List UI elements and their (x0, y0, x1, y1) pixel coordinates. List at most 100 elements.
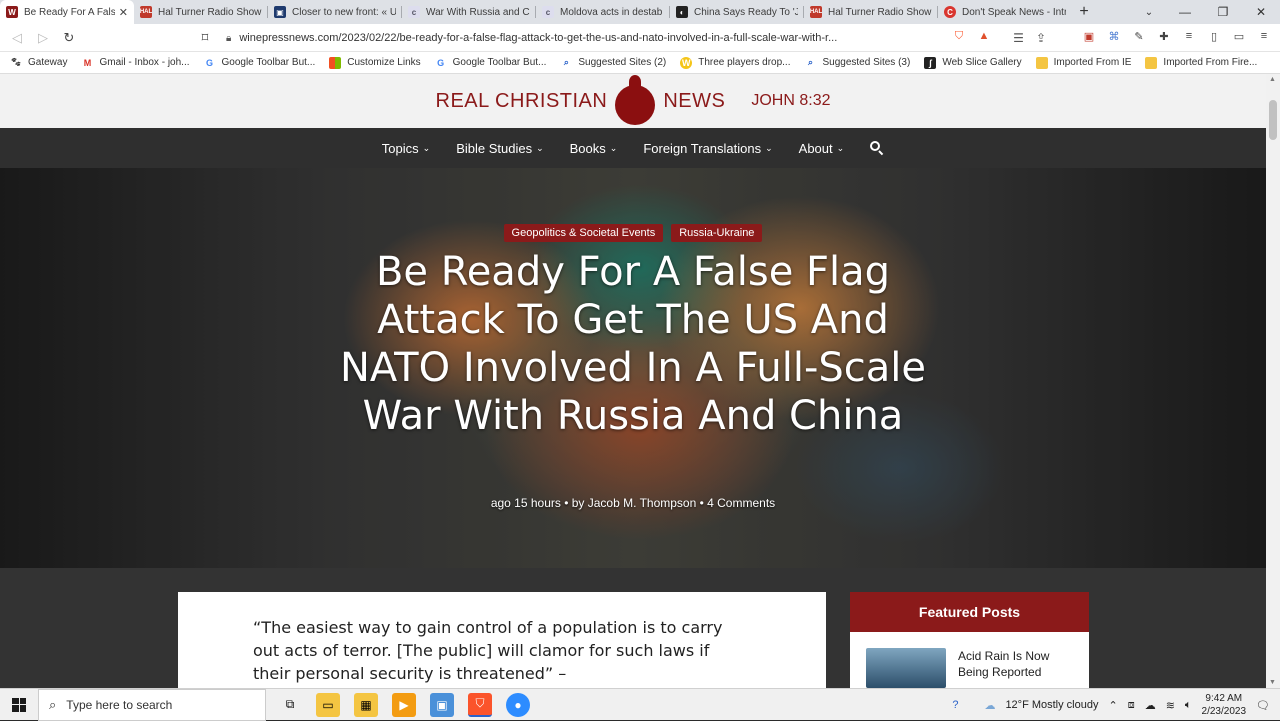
bookmark-item[interactable]: Imported From IE (1035, 56, 1131, 69)
nav-bible-studies[interactable]: Bible Studies ⌄ (456, 141, 543, 156)
taskbar-search-placeholder: Type here to search (66, 697, 173, 712)
tag-russia-ukraine[interactable]: Russia-Ukraine (671, 224, 763, 242)
restore-icon[interactable]: ❐ (1204, 0, 1242, 24)
site-favicon-icon: c (408, 6, 420, 18)
reload-icon[interactable]: ↻ (56, 25, 82, 51)
tab-5[interactable]: c Moldova acts in destab (536, 0, 670, 24)
paw-icon: 🐾︎ (10, 57, 22, 67)
article-quote: “The easiest way to gain control of a po… (253, 618, 723, 683)
brave-rewards-icon[interactable]: ▲ (976, 28, 992, 44)
page-scrollbar[interactable]: ▲ ▼ (1266, 74, 1280, 688)
forward-icon[interactable]: ▷ (30, 25, 56, 51)
bookmark-item[interactable]: ⌕ Suggested Sites (3) (804, 57, 910, 69)
nav-foreign-translations[interactable]: Foreign Translations ⌄ (643, 141, 772, 156)
gmail-icon: M (83, 57, 92, 68)
scrollbar-thumb[interactable] (1269, 100, 1277, 140)
address-bar[interactable]: 🔒︎ winepressnews.com/2023/02/22/be-ready… (226, 27, 1046, 49)
main-navigation: Topics ⌄ Bible Studies ⌄ Books ⌄ Foreign Tr… (0, 128, 1266, 168)
bookmark-item[interactable]: M Gmail - Inbox - joh... (81, 57, 190, 69)
tab-2[interactable]: HAL Hal Turner Radio Show (134, 0, 268, 24)
bookmark-item[interactable]: 🐾︎ Gateway (10, 57, 67, 69)
tab-7[interactable]: HAL Hal Turner Radio Show (804, 0, 938, 24)
pen-icon[interactable]: ✎ (1131, 28, 1147, 44)
help-icon[interactable]: ? (952, 699, 958, 711)
clock[interactable]: 9:42 AM 2/23/2023 (1202, 692, 1247, 718)
winepress-favicon-icon: W (6, 6, 18, 18)
tag-geopolitics[interactable]: Geopolitics & Societal Events (503, 224, 664, 242)
nav-books[interactable]: Books ⌄ (570, 141, 618, 156)
menu-icon[interactable]: ≡ (1256, 28, 1272, 44)
media-player-icon[interactable]: ▶ (392, 692, 416, 717)
tab-3[interactable]: ▣ Closer to new front: « Ul (268, 0, 402, 24)
bookmark-icon[interactable]: ⌑ (192, 25, 218, 51)
extensions-puzzle-icon[interactable]: ✚ (1156, 28, 1172, 44)
wifi-icon[interactable]: ≋ (1166, 699, 1175, 712)
windows-logo-icon (12, 697, 26, 712)
extension-badge-icon[interactable]: ▣ (1081, 28, 1097, 44)
scroll-down-icon[interactable]: ▼ (1269, 679, 1276, 686)
system-tray: ? ☁ 12°F Mostly cloudy ⌃ ⧈ ☁ ≋ 🔈︎ 9:42 A… (952, 689, 1280, 721)
nav-about[interactable]: About ⌄ (799, 141, 845, 156)
hal-favicon-icon: HAL (140, 6, 152, 18)
featured-post-thumbnail[interactable] (866, 648, 946, 688)
playlist-icon[interactable]: ≡ (1181, 28, 1197, 44)
volume-icon[interactable]: 🔈︎ (1185, 699, 1192, 712)
blood-drop-logo-icon[interactable] (615, 75, 656, 125)
chevron-down-icon: ⌄ (836, 142, 845, 153)
store-icon[interactable]: ▦ (354, 692, 378, 717)
tab-search-chevron-icon[interactable]: ⌄ (1136, 0, 1162, 24)
article-tags: Geopolitics & Societal Events Russia-Ukr… (0, 224, 1266, 242)
close-tab-icon[interactable]: ✕ (119, 6, 128, 19)
tab-6[interactable]: ◐ China Says Ready To 'Jo (670, 0, 804, 24)
start-button[interactable] (0, 689, 38, 721)
app-icon[interactable]: ▣ (430, 692, 454, 717)
wallet-icon[interactable]: ▭ (1231, 28, 1247, 44)
tab-4[interactable]: c War With Russia and Ch (402, 0, 536, 24)
article-meta[interactable]: ago 15 hours • by Jacob M. Thompson • 4 … (0, 496, 1266, 510)
site-logo-left[interactable]: REAL CHRISTIAN (436, 90, 608, 113)
brave-icon[interactable]: ⛉ (468, 692, 492, 717)
bookmark-item[interactable]: ʃ Web Slice Gallery (924, 56, 1022, 69)
scroll-up-icon[interactable]: ▲ (1269, 76, 1276, 83)
bookmark-item[interactable]: W Three players drop... (680, 56, 790, 69)
tab-1[interactable]: W Be Ready For A False ✕ (0, 0, 134, 24)
windows-icon (329, 56, 342, 69)
bookmark-item[interactable]: Customize Links (329, 56, 421, 69)
nav-topics[interactable]: Topics ⌄ (382, 141, 430, 156)
weather-cloud-icon[interactable]: ☁ (984, 699, 995, 712)
bookmark-item[interactable]: G Google Toolbar But... (435, 57, 546, 69)
bookmark-item[interactable]: G Google Toolbar But... (204, 57, 315, 69)
ball-icon: W (680, 56, 693, 69)
search-icon[interactable] (870, 141, 884, 156)
taskbar-search[interactable]: ⌕ Type here to search (38, 688, 266, 721)
featured-post-title[interactable]: Acid Rain Is Now Being Reported (958, 648, 1068, 688)
translate-icon[interactable]: ⌘ (1106, 28, 1122, 44)
bookmark-item[interactable]: ⌕ Suggested Sites (2) (560, 57, 666, 69)
bookmark-item[interactable]: Imported From Fire... (1145, 56, 1257, 69)
web-slice-icon: ʃ (924, 56, 937, 69)
tab-title: Moldova acts in destab (560, 6, 663, 18)
brave-shield-icon[interactable]: ⛉ (951, 28, 967, 44)
network-icon[interactable]: ⧈ (1128, 699, 1135, 712)
featured-post-item[interactable]: Acid Rain Is Now Being Reported (850, 632, 1089, 688)
window-close-icon[interactable]: ✕ (1242, 0, 1280, 24)
tray-chevron-up-icon[interactable]: ⌃ (1108, 699, 1117, 712)
site-logo-right[interactable]: NEWS (663, 90, 725, 113)
chevron-down-icon: ⌄ (609, 142, 618, 153)
task-view-icon[interactable]: ⧉ (278, 693, 302, 717)
tab-title: War With Russia and Ch (426, 6, 530, 18)
tab-title: Closer to new front: « Ul (292, 6, 396, 18)
cloud-sync-icon[interactable]: ☁ (1145, 699, 1156, 712)
weather-text[interactable]: 12°F Mostly cloudy (1005, 699, 1098, 711)
back-icon[interactable]: ◁ (4, 25, 30, 51)
web-page: REAL CHRISTIAN NEWS JOHN 8:32 Topics ⌄ Bi… (0, 74, 1266, 688)
url-text[interactable]: winepressnews.com/2023/02/22/be-ready-fo… (239, 32, 1005, 44)
tab-strip: W Be Ready For A False ✕ HAL Hal Turner … (0, 0, 1280, 24)
minimize-icon[interactable]: — (1166, 0, 1204, 24)
sidebar-icon[interactable]: ▯ (1206, 28, 1222, 44)
notifications-icon[interactable]: 🗨︎ (1256, 699, 1270, 712)
zoom-icon[interactable]: ● (506, 692, 530, 717)
tab-8[interactable]: C Don't Speak News - Intr (938, 0, 1072, 24)
new-tab-button[interactable]: + (1072, 0, 1096, 24)
file-explorer-icon[interactable]: ▭ (316, 692, 340, 717)
